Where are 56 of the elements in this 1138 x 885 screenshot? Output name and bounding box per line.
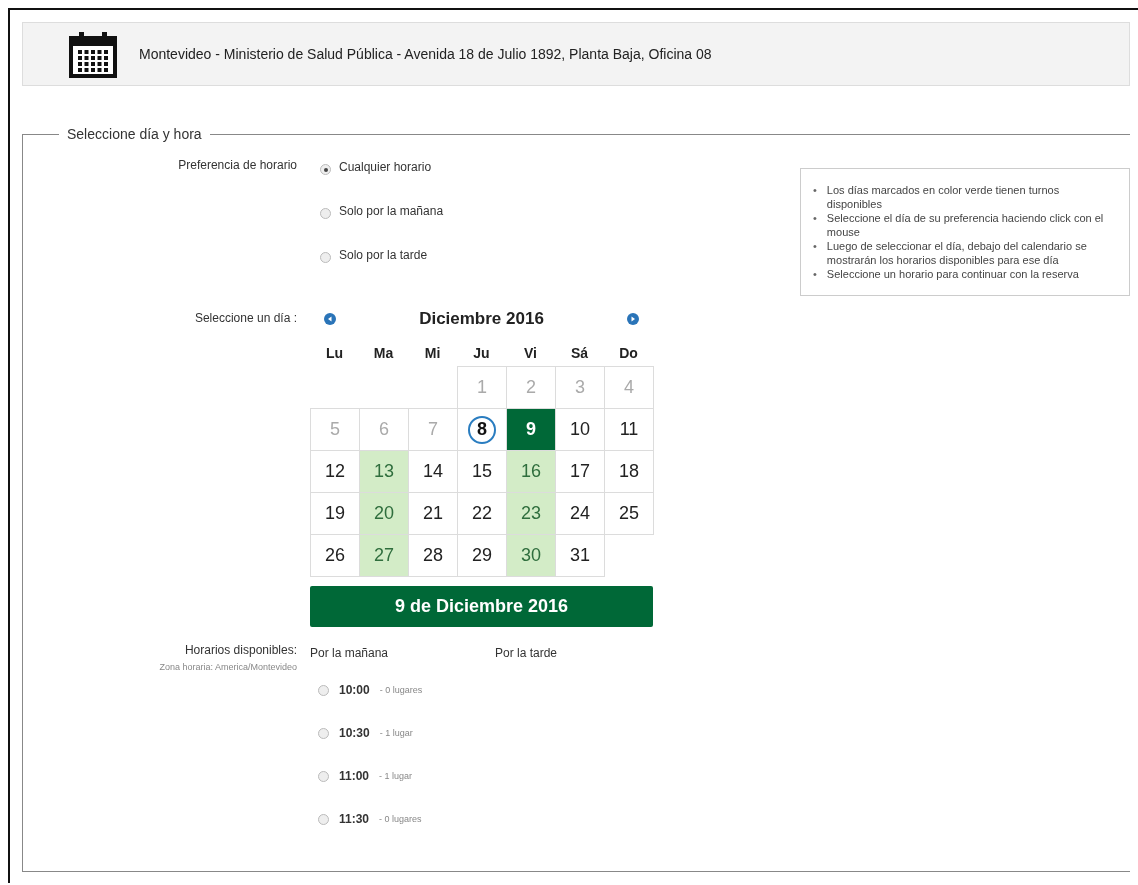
slot-time: 10:30 <box>339 726 370 740</box>
help-item: Seleccione un horario para continuar con la reserva <box>826 267 1080 281</box>
column-heading: Por la tarde <box>495 646 558 660</box>
calendar-day[interactable]: 9 <box>506 408 556 451</box>
weekday-label: Ma <box>372 343 395 363</box>
selected-date-banner: 9 de Diciembre 2016 <box>310 586 653 627</box>
calendar-day[interactable]: 31 <box>555 534 605 577</box>
weekday-label: Ju <box>472 343 491 363</box>
radio-button[interactable] <box>318 684 329 696</box>
radio-button[interactable] <box>318 727 329 739</box>
slot-time: 11:30 <box>339 812 370 826</box>
slot-places: - 1 lugar <box>379 771 413 781</box>
weekday-label: Do <box>618 343 639 363</box>
help-item: Seleccione el día de su preferencia haciendo click con el mouse <box>826 211 1105 239</box>
option-label: Solo por la tarde <box>339 247 428 262</box>
field-label: Seleccione un día : <box>194 311 297 327</box>
radio-button[interactable] <box>320 252 331 263</box>
calendar-day[interactable]: 16 <box>506 450 556 493</box>
option-label: Solo por la mañana <box>339 203 444 218</box>
calendar-day[interactable]: 23 <box>506 492 556 535</box>
calendar-day[interactable]: 20 <box>359 492 409 535</box>
bullet: • <box>813 183 817 197</box>
radio-button[interactable] <box>320 164 331 175</box>
radio-button[interactable] <box>318 770 329 782</box>
slot-places: - 0 lugares <box>379 685 423 695</box>
option-label: Cualquier horario <box>339 159 432 174</box>
bullet: • <box>813 239 817 253</box>
slot-places: - 0 lugares <box>379 814 422 824</box>
weekday-label: Mi <box>423 343 442 363</box>
bullet: • <box>813 267 817 281</box>
calendar-day[interactable]: 30 <box>506 534 556 577</box>
location-text: Montevideo - Ministerio de Salud Pública - Avenida 18 de Julio 1892, Planta Baja, Oficina 08 <box>139 46 712 62</box>
slot-time: 10:00 <box>339 683 370 697</box>
bullet: • <box>813 211 817 225</box>
radio-button[interactable] <box>318 813 329 825</box>
slot-time: 11:00 <box>339 769 370 783</box>
section-legend: Seleccione día y hora <box>59 126 210 142</box>
calendar-day[interactable]: 26 <box>310 534 360 577</box>
calendar-day[interactable]: 13 <box>359 450 409 493</box>
month-title: Diciembre 2016 <box>419 309 544 329</box>
calendar-icon <box>69 30 117 78</box>
radio-button[interactable] <box>320 208 331 219</box>
weekday-label: Lu <box>324 343 345 363</box>
calendar-day[interactable]: 25 <box>604 492 654 535</box>
timezone-note: Zona horaria: America/Montevideo <box>159 662 297 672</box>
field-label: Horarios disponibles: <box>184 643 297 657</box>
calendar-day[interactable]: 27 <box>359 534 409 577</box>
column-heading: Por la mañana <box>310 646 389 660</box>
help-item: Luego de seleccionar el día, debajo del calendario se mostrarán los horarios disponibles para ese día <box>826 239 1088 267</box>
slot-places: - 1 lugar <box>379 728 413 738</box>
field-label: Preferencia de horario <box>178 158 297 174</box>
help-item: Los días marcados en color verde tienen turnos disponibles <box>826 183 1061 211</box>
weekday-label: Sá <box>569 343 590 363</box>
previous-month-icon[interactable] <box>324 313 336 325</box>
next-month-icon[interactable] <box>627 313 639 325</box>
weekday-label: Vi <box>523 343 538 363</box>
